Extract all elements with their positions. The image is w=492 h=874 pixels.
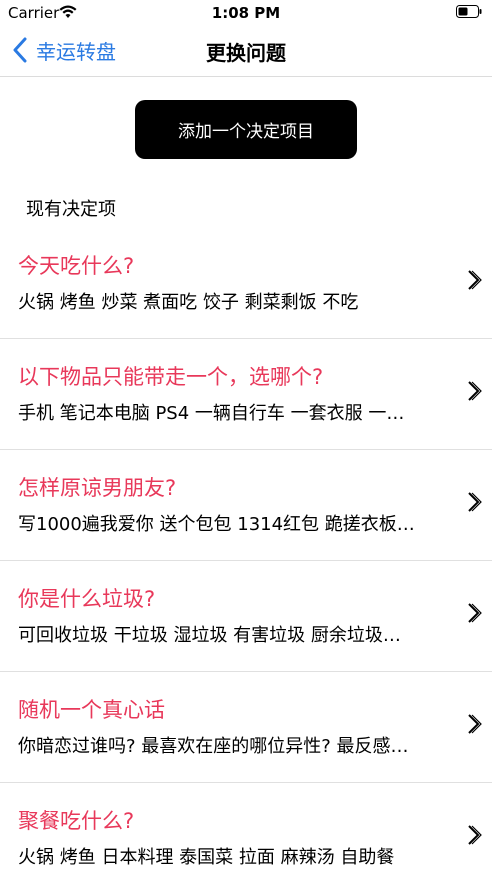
add-decision-button[interactable]: 添加一个决定项目 [135, 100, 357, 159]
decision-options: 手机 笔记本电脑 PS4 一辆自行车 一套衣服 一… [18, 403, 405, 424]
decision-title: 以下物品只能带走一个，选哪个? [18, 365, 324, 389]
status-time: 1:08 PM [211, 4, 281, 22]
list-item[interactable]: 今天吃什么? 火锅 烤鱼 炒菜 煮面吃 饺子 剩菜剩饭 不吃 [0, 228, 492, 339]
decision-options: 写1000遍我爱你 送个包包 1314红包 跪搓衣板… [18, 514, 415, 535]
decision-options: 火锅 烤鱼 炒菜 煮面吃 饺子 剩菜剩饭 不吃 [18, 292, 359, 313]
status-bar: Carrier 1:08 PM [0, 0, 492, 24]
chevron-right-icon [468, 825, 482, 845]
decision-title: 聚餐吃什么? [18, 809, 135, 833]
decision-title: 你是什么垃圾? [18, 587, 156, 611]
decision-options: 火锅 烤鱼 日本料理 泰国菜 拉面 麻辣汤 自助餐 [18, 847, 395, 868]
decision-list: 今天吃什么? 火锅 烤鱼 炒菜 煮面吃 饺子 剩菜剩饭 不吃 以下物品只能带走一… [0, 228, 492, 874]
chevron-right-icon [468, 714, 482, 734]
decision-options: 可回收垃圾 干垃圾 湿垃圾 有害垃圾 厨余垃圾… [18, 625, 401, 646]
list-item[interactable]: 聚餐吃什么? 火锅 烤鱼 日本料理 泰国菜 拉面 麻辣汤 自助餐 [0, 783, 492, 874]
chevron-right-icon [468, 381, 482, 401]
battery-icon [456, 5, 482, 18]
list-item[interactable]: 你是什么垃圾? 可回收垃圾 干垃圾 湿垃圾 有害垃圾 厨余垃圾… [0, 561, 492, 672]
decision-title: 今天吃什么? [18, 254, 135, 278]
chevron-right-icon [468, 492, 482, 512]
list-item[interactable]: 以下物品只能带走一个，选哪个? 手机 笔记本电脑 PS4 一辆自行车 一套衣服 … [0, 339, 492, 450]
section-title: 现有决定项 [26, 199, 116, 220]
decision-options: 你暗恋过谁吗? 最喜欢在座的哪位异性? 最反感… [18, 736, 409, 757]
chevron-right-icon [468, 270, 482, 290]
decision-title: 随机一个真心话 [18, 698, 165, 722]
decision-title: 怎样原谅男朋友? [18, 476, 177, 500]
chevron-right-icon [468, 603, 482, 623]
navigation-bar: 幸运转盘 更换问题 [0, 24, 492, 77]
list-item[interactable]: 随机一个真心话 你暗恋过谁吗? 最喜欢在座的哪位异性? 最反感… [0, 672, 492, 783]
list-item[interactable]: 怎样原谅男朋友? 写1000遍我爱你 送个包包 1314红包 跪搓衣板… [0, 450, 492, 561]
page-title: 更换问题 [206, 41, 286, 65]
